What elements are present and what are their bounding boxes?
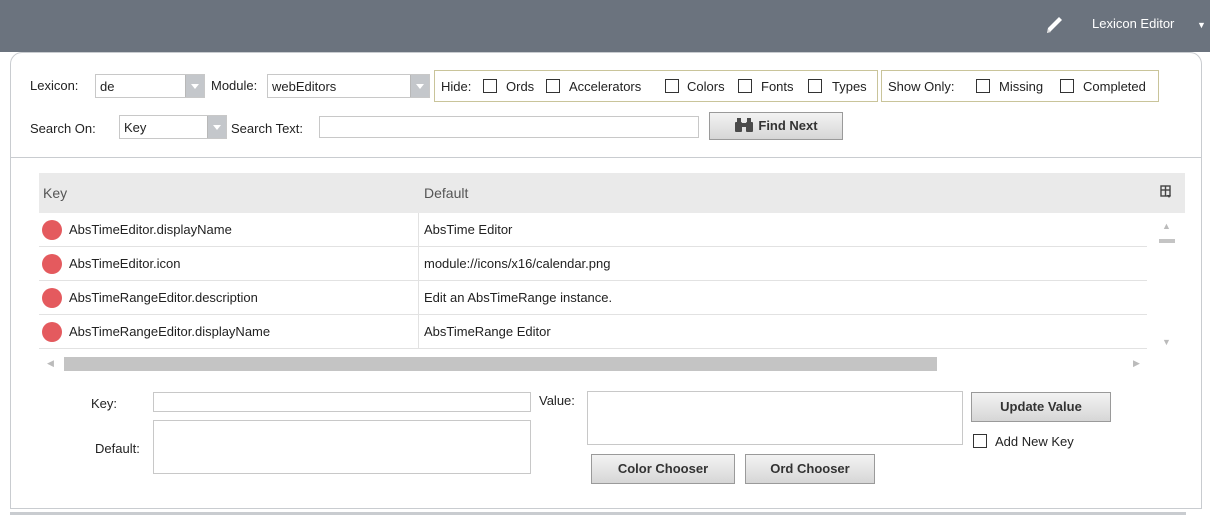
ord-chooser-label: Ord Chooser xyxy=(770,461,850,476)
row-key: AbsTimeRangeEditor.description xyxy=(69,290,258,305)
search-on-label: Search On: xyxy=(30,121,96,136)
key-cell: AbsTimeRangeEditor.description xyxy=(39,281,419,315)
scroll-down-icon[interactable]: ▼ xyxy=(1162,337,1171,347)
show-completed-label: Completed xyxy=(1083,79,1146,94)
missing-status-icon xyxy=(42,322,62,342)
divider xyxy=(11,157,1201,158)
missing-status-icon xyxy=(42,220,62,240)
top-bar: Lexicon Editor ▼ xyxy=(0,0,1210,52)
value-field-label: Value: xyxy=(539,393,575,408)
horizontal-scrollbar[interactable]: ◀ ▶ xyxy=(39,355,1147,373)
show-missing-label: Missing xyxy=(999,79,1044,94)
search-on-select[interactable]: Key xyxy=(119,115,227,139)
vertical-scrollbar[interactable]: ▲ ▼ xyxy=(1147,213,1185,355)
row-default: module://icons/x16/calendar.png xyxy=(424,256,611,271)
scroll-right-icon[interactable]: ▶ xyxy=(1133,358,1140,369)
hide-ords-checkbox[interactable] xyxy=(483,79,497,93)
row-key: AbsTimeRangeEditor.displayName xyxy=(69,324,271,339)
key-field-label: Key: xyxy=(91,396,118,411)
row-key: AbsTimeEditor.displayName xyxy=(69,222,232,237)
pencil-icon[interactable] xyxy=(1043,13,1065,35)
color-chooser-label: Color Chooser xyxy=(617,461,709,476)
hide-fonts-label: Fonts xyxy=(761,79,794,94)
key-cell: AbsTimeRangeEditor.displayName xyxy=(39,315,419,349)
chevron-down-icon[interactable] xyxy=(207,116,226,138)
scroll-up-icon[interactable]: ▲ xyxy=(1162,221,1171,231)
chevron-down-icon[interactable]: ▼ xyxy=(1197,20,1206,30)
column-header-default[interactable]: Default xyxy=(424,185,468,201)
hide-accelerators-label: Accelerators xyxy=(569,79,642,94)
module-select-value: webEditors xyxy=(272,79,337,94)
find-next-button[interactable]: Find Next xyxy=(709,112,843,140)
lexicon-label: Lexicon: xyxy=(30,78,79,93)
lexicon-select-value: de xyxy=(100,79,115,94)
lexicon-select[interactable]: de xyxy=(95,74,205,98)
key-field[interactable] xyxy=(153,392,531,412)
add-new-key-label: Add New Key xyxy=(995,434,1074,449)
key-cell: AbsTimeEditor.displayName xyxy=(39,213,419,247)
hide-types-label: Types xyxy=(832,79,867,94)
row-default: Edit an AbsTimeRange instance. xyxy=(424,290,613,305)
lexicon-editor-panel: Lexicon: de Module: webEditors Hide: Ord… xyxy=(10,52,1202,509)
hide-accelerators-checkbox[interactable] xyxy=(546,79,560,93)
hide-label: Hide: xyxy=(441,79,472,94)
row-default: AbsTimeRange Editor xyxy=(424,324,551,339)
table-row[interactable]: AbsTimeEditor.displayName AbsTime Editor xyxy=(39,213,1147,247)
add-new-key-checkbox[interactable] xyxy=(973,434,987,448)
show-only-label: Show Only: xyxy=(888,79,955,94)
hide-colors-checkbox[interactable] xyxy=(665,79,679,93)
module-label: Module: xyxy=(211,78,258,93)
module-select[interactable]: webEditors xyxy=(267,74,430,98)
chevron-down-icon[interactable] xyxy=(410,75,429,97)
default-field[interactable] xyxy=(153,420,531,474)
find-next-label: Find Next xyxy=(758,118,818,133)
view-selector-label[interactable]: Lexicon Editor xyxy=(1092,16,1174,31)
table-row[interactable]: AbsTimeRangeEditor.displayName AbsTimeRa… xyxy=(39,315,1147,349)
vertical-scroll-thumb[interactable] xyxy=(1159,239,1175,243)
value-field[interactable] xyxy=(587,391,963,445)
table-header: Key Default xyxy=(39,173,1185,213)
show-only-filter-group: Show Only: Missing Completed xyxy=(881,70,1159,102)
bottom-divider xyxy=(10,512,1186,515)
row-key: AbsTimeEditor.icon xyxy=(69,256,181,271)
missing-status-icon xyxy=(42,288,62,308)
hide-ords-label: Ords xyxy=(506,79,535,94)
row-default: AbsTime Editor xyxy=(424,222,513,237)
table-row[interactable]: AbsTimeRangeEditor.description Edit an A… xyxy=(39,281,1147,315)
hide-filter-group: Hide: Ords Accelerators Colors Fonts Typ… xyxy=(434,70,878,102)
show-completed-checkbox[interactable] xyxy=(1060,79,1074,93)
color-chooser-button[interactable]: Color Chooser xyxy=(591,454,735,484)
binoculars-icon xyxy=(735,118,754,132)
search-text-input[interactable] xyxy=(319,116,699,138)
missing-status-icon xyxy=(42,254,62,274)
column-chooser-icon[interactable] xyxy=(1159,185,1173,199)
table-row[interactable]: AbsTimeEditor.icon module://icons/x16/ca… xyxy=(39,247,1147,281)
show-missing-checkbox[interactable] xyxy=(976,79,990,93)
ord-chooser-button[interactable]: Ord Chooser xyxy=(745,454,875,484)
lexicon-table: Key Default AbsTimeEditor.displayName Ab… xyxy=(39,173,1185,378)
key-cell: AbsTimeEditor.icon xyxy=(39,247,419,281)
scroll-left-icon[interactable]: ◀ xyxy=(47,358,54,369)
update-value-button[interactable]: Update Value xyxy=(971,392,1111,422)
chevron-down-icon[interactable] xyxy=(185,75,204,97)
column-header-key[interactable]: Key xyxy=(43,185,67,201)
horizontal-scroll-thumb[interactable] xyxy=(64,357,937,371)
search-on-select-value: Key xyxy=(124,120,147,135)
hide-fonts-checkbox[interactable] xyxy=(738,79,752,93)
update-value-label: Update Value xyxy=(1000,399,1082,414)
hide-colors-label: Colors xyxy=(687,79,725,94)
search-text-label: Search Text: xyxy=(231,121,304,136)
hide-types-checkbox[interactable] xyxy=(808,79,822,93)
default-field-label: Default: xyxy=(95,441,140,456)
